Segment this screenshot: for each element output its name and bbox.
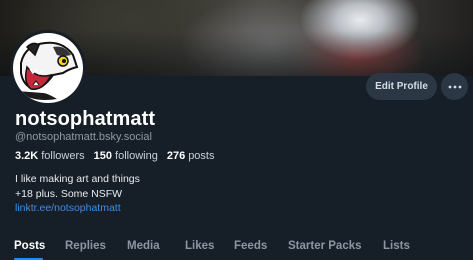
posts-label: posts [188,150,215,162]
edit-profile-button[interactable]: Edit Profile [366,73,437,100]
followers-count: 3.2K [15,150,39,162]
profile-tabs: Posts Replies Media Likes Feeds Starter … [0,233,473,260]
posts-stat: 276 posts [167,150,215,162]
followers-stat[interactable]: 3.2K followers [15,150,85,162]
tab-replies[interactable]: Replies [65,240,106,252]
following-label: following [115,150,158,162]
tab-lists[interactable]: Lists [383,240,410,252]
posts-count: 276 [166,150,186,162]
tab-starter-packs[interactable]: Starter Packs [288,240,362,252]
tab-likes[interactable]: Likes [185,240,214,252]
profile-handle: @notsophatmatt.bsky.social [15,131,152,143]
tab-posts[interactable]: Posts [14,240,45,252]
following-stat[interactable]: 150 following [94,150,158,162]
profile-bio: I like making art and things +18 plus. S… [15,172,140,202]
display-name: notsophatmatt [15,108,156,130]
following-count: 150 [93,150,113,162]
followers-label: followers [41,150,85,162]
profile-page: Edit Profile notsophatmatt @notsophatmat… [0,0,473,260]
bio-line: I like making art and things [15,173,140,185]
avatar[interactable] [10,30,86,106]
profile-stats: 3.2K followers 150 following 276 posts [15,150,214,162]
bio-link[interactable]: linktr.ee/notsophatmatt [15,202,121,214]
tab-media[interactable]: Media [127,240,160,252]
tab-feeds[interactable]: Feeds [234,240,267,252]
bio-line: +18 plus. Some NSFW [15,188,123,200]
ellipsis-icon [448,85,461,88]
avatar-image [13,33,83,103]
more-options-button[interactable] [441,73,468,100]
